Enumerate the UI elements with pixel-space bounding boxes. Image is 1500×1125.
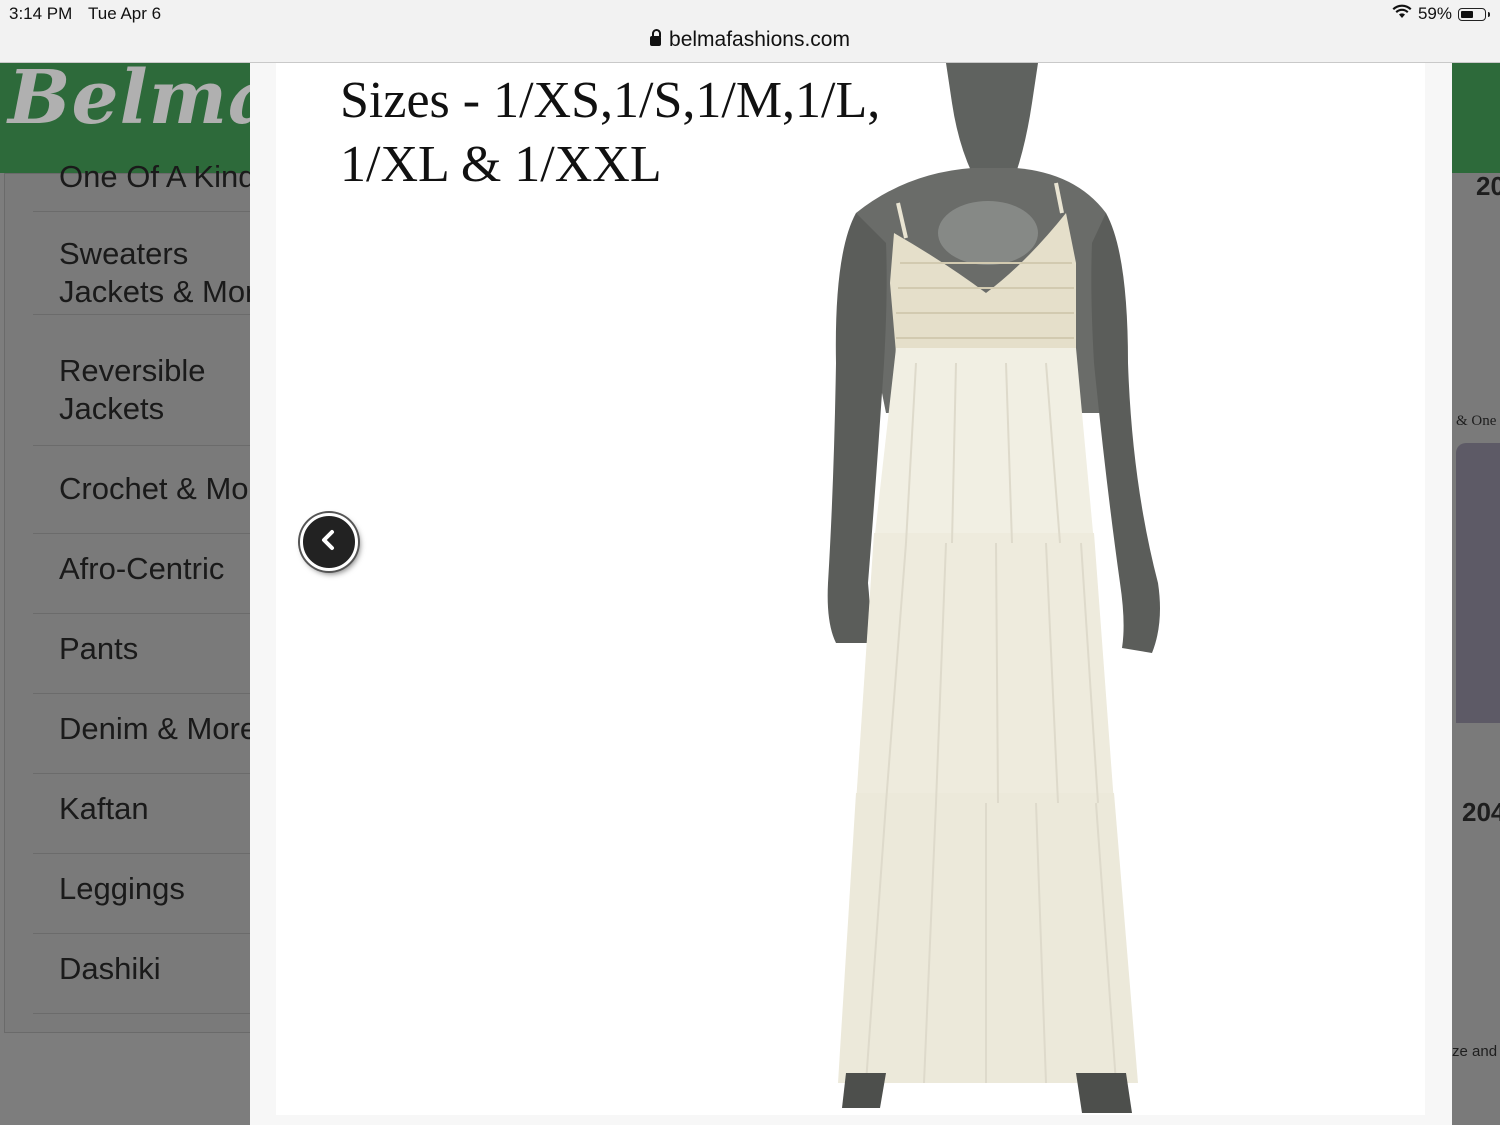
image-lightbox: Sizes - 1/XS,1/S,1/M,1/L, 1/XL & 1/XXL: [250, 63, 1452, 1125]
browser-top-bar: 3:14 PM Tue Apr 6 59% belmafashions.com: [0, 0, 1500, 63]
status-time: 3:14 PM: [9, 4, 73, 23]
chevron-left-icon: [319, 529, 339, 556]
address-bar[interactable]: belmafashions.com: [0, 28, 1500, 52]
wifi-icon: [1392, 4, 1412, 24]
battery-fill: [1461, 10, 1473, 18]
status-date: Tue Apr 6: [88, 4, 162, 23]
price-snippet: 20: [1476, 173, 1500, 201]
text-snippet: ze and: [1452, 1043, 1498, 1060]
title-snippet: & One: [1456, 413, 1497, 429]
product-thumbnail[interactable]: [1456, 443, 1500, 723]
lock-icon: [650, 29, 662, 46]
site-logo[interactable]: Belma: [8, 55, 277, 141]
product-grid-edge: 20 & One 204 ze and: [1452, 173, 1500, 1125]
price-snippet-2: 204: [1462, 797, 1500, 827]
previous-image-button[interactable]: [300, 513, 358, 571]
battery-percent: 59%: [1417, 4, 1452, 23]
lightbox-image-area: Sizes - 1/XS,1/S,1/M,1/L, 1/XL & 1/XXL: [276, 63, 1425, 1115]
battery-icon: [1458, 7, 1490, 21]
url-text: belmafashions.com: [669, 28, 850, 51]
product-image: [827, 63, 1160, 1113]
status-indicators: 59%: [1392, 4, 1490, 24]
